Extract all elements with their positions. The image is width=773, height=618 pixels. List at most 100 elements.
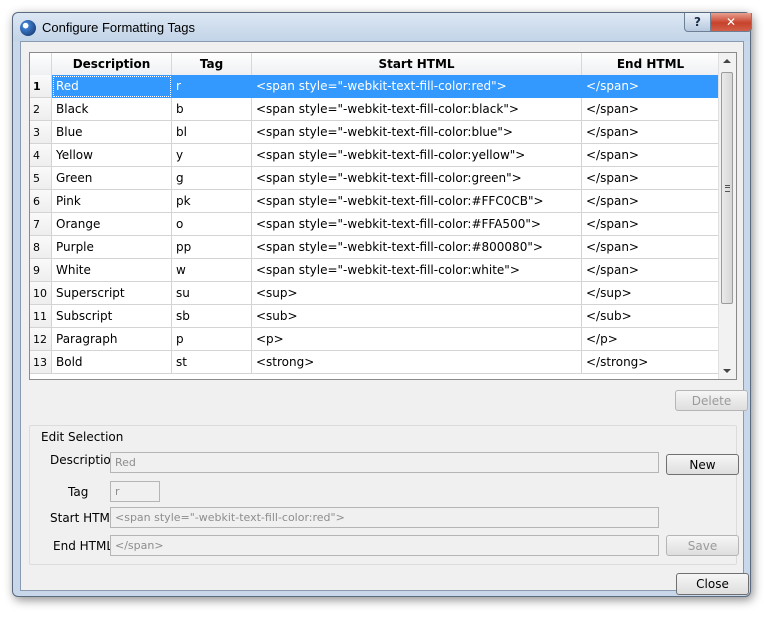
start-html-cell[interactable]: <strong> [252, 351, 582, 374]
description-cell[interactable]: Superscript [52, 282, 172, 305]
new-button[interactable]: New [666, 454, 739, 475]
start-html-cell[interactable]: <span style="-webkit-text-fill-color:blu… [252, 121, 582, 144]
start-html-cell[interactable]: <span style="-webkit-text-fill-color:red… [252, 75, 582, 98]
start-html-cell[interactable]: <span style="-webkit-text-fill-color:#FF… [252, 190, 582, 213]
row-number[interactable]: 2 [30, 98, 52, 121]
table-row[interactable]: 5 Green g <span style="-webkit-text-fill-co… [30, 167, 720, 190]
description-cell[interactable]: Red [52, 75, 172, 98]
end-html-cell[interactable]: </span> [582, 236, 720, 259]
row-number[interactable]: 3 [30, 121, 52, 144]
start-html-cell[interactable]: <span style="-webkit-text-fill-color:whi… [252, 259, 582, 282]
table-row[interactable]: 3 Blue bl <span style="-webkit-text-fill-co… [30, 121, 720, 144]
tag-cell[interactable]: w [172, 259, 252, 282]
tags-table[interactable]: Description Tag Start HTML End HTML 1 Red… [29, 52, 737, 380]
table-row[interactable]: 4 Yellow y <span style="-webkit-text-fill-c… [30, 144, 720, 167]
row-number[interactable]: 9 [30, 259, 52, 282]
start-html-cell[interactable]: <span style="-webkit-text-fill-color:gre… [252, 167, 582, 190]
table-row[interactable]: 7 Orange o <span style="-webkit-text-fill-c… [30, 213, 720, 236]
table-row[interactable]: 1 Red r <span style="-webkit-text-fill-colo… [30, 75, 720, 98]
description-cell[interactable]: Green [52, 167, 172, 190]
table-row[interactable]: 10 Superscript su <sup> </sup> [30, 282, 720, 305]
start-html-cell[interactable]: <span style="-webkit-text-fill-color:#FF… [252, 213, 582, 236]
row-number[interactable]: 7 [30, 213, 52, 236]
start-html-cell[interactable]: <p> [252, 328, 582, 351]
help-button[interactable]: ? [684, 13, 711, 32]
edit-selection-label: Edit Selection [41, 430, 124, 444]
tag-cell[interactable]: g [172, 167, 252, 190]
end-html-cell[interactable]: </strong> [582, 351, 720, 374]
description-cell[interactable]: Subscript [52, 305, 172, 328]
end-html-cell[interactable]: </p> [582, 328, 720, 351]
description-cell[interactable]: Pink [52, 190, 172, 213]
end-html-cell[interactable]: </span> [582, 75, 720, 98]
header-description[interactable]: Description [52, 53, 172, 75]
description-field[interactable]: Red [110, 452, 659, 473]
table-row[interactable]: 12 Paragraph p <p> </p> [30, 328, 720, 351]
description-cell[interactable]: Blue [52, 121, 172, 144]
header-tag[interactable]: Tag [172, 53, 252, 75]
end-html-cell[interactable]: </sup> [582, 282, 720, 305]
header-corner [30, 53, 52, 75]
row-number[interactable]: 5 [30, 167, 52, 190]
row-number[interactable]: 13 [30, 351, 52, 374]
tag-cell[interactable]: p [172, 328, 252, 351]
tag-cell[interactable]: pp [172, 236, 252, 259]
start-html-cell[interactable]: <sup> [252, 282, 582, 305]
start-html-cell[interactable]: <span style="-webkit-text-fill-color:bla… [252, 98, 582, 121]
close-button[interactable]: Close [676, 573, 749, 595]
scroll-up-arrow-icon[interactable] [723, 59, 731, 63]
table-row[interactable]: 9 White w <span style="-webkit-text-fill-co… [30, 259, 720, 282]
row-number[interactable]: 1 [30, 75, 52, 98]
start-html-field[interactable]: <span style="-webkit-text-fill-color:red… [110, 507, 659, 528]
tag-cell[interactable]: o [172, 213, 252, 236]
save-button[interactable]: Save [666, 535, 739, 556]
tag-cell[interactable]: y [172, 144, 252, 167]
description-cell[interactable]: Black [52, 98, 172, 121]
scrollbar-thumb[interactable] [721, 72, 733, 304]
table-row[interactable]: 8 Purple pp <span style="-webkit-text-fill-… [30, 236, 720, 259]
tag-cell[interactable]: bl [172, 121, 252, 144]
header-start-html[interactable]: Start HTML [252, 53, 582, 75]
row-number[interactable]: 11 [30, 305, 52, 328]
table-row[interactable]: 6 Pink pk <span style="-webkit-text-fill-co… [30, 190, 720, 213]
row-number[interactable]: 10 [30, 282, 52, 305]
row-number[interactable]: 4 [30, 144, 52, 167]
end-html-cell[interactable]: </span> [582, 167, 720, 190]
description-cell[interactable]: Paragraph [52, 328, 172, 351]
start-html-cell[interactable]: <sub> [252, 305, 582, 328]
description-cell[interactable]: White [52, 259, 172, 282]
tag-cell[interactable]: r [172, 75, 252, 98]
row-number[interactable]: 12 [30, 328, 52, 351]
tag-cell[interactable]: pk [172, 190, 252, 213]
description-cell[interactable]: Purple [52, 236, 172, 259]
end-html-cell[interactable]: </span> [582, 259, 720, 282]
end-html-cell[interactable]: </span> [582, 213, 720, 236]
title-bar[interactable]: Configure Formatting Tags ? ✕ [13, 13, 752, 41]
row-number[interactable]: 6 [30, 190, 52, 213]
end-html-field[interactable]: </span> [110, 535, 659, 556]
window-close-button[interactable]: ✕ [710, 13, 752, 32]
description-cell[interactable]: Orange [52, 213, 172, 236]
end-html-cell[interactable]: </span> [582, 121, 720, 144]
row-number[interactable]: 8 [30, 236, 52, 259]
description-cell[interactable]: Bold [52, 351, 172, 374]
end-html-cell[interactable]: </span> [582, 144, 720, 167]
header-end-html[interactable]: End HTML [582, 53, 720, 75]
tag-cell[interactable]: b [172, 98, 252, 121]
table-row[interactable]: 2 Black b <span style="-webkit-text-fill-co… [30, 98, 720, 121]
tag-cell[interactable]: su [172, 282, 252, 305]
table-row[interactable]: 13 Bold st <strong> </strong> [30, 351, 720, 374]
start-html-cell[interactable]: <span style="-webkit-text-fill-color:#80… [252, 236, 582, 259]
tag-field[interactable]: r [110, 481, 160, 502]
end-html-cell[interactable]: </sub> [582, 305, 720, 328]
scroll-down-arrow-icon[interactable] [723, 369, 731, 373]
end-html-cell[interactable]: </span> [582, 98, 720, 121]
tag-cell[interactable]: sb [172, 305, 252, 328]
tag-cell[interactable]: st [172, 351, 252, 374]
description-cell[interactable]: Yellow [52, 144, 172, 167]
vertical-scrollbar[interactable] [718, 53, 736, 379]
delete-button[interactable]: Delete [675, 390, 748, 411]
table-row[interactable]: 11 Subscript sb <sub> </sub> [30, 305, 720, 328]
start-html-cell[interactable]: <span style="-webkit-text-fill-color:yel… [252, 144, 582, 167]
end-html-cell[interactable]: </span> [582, 190, 720, 213]
